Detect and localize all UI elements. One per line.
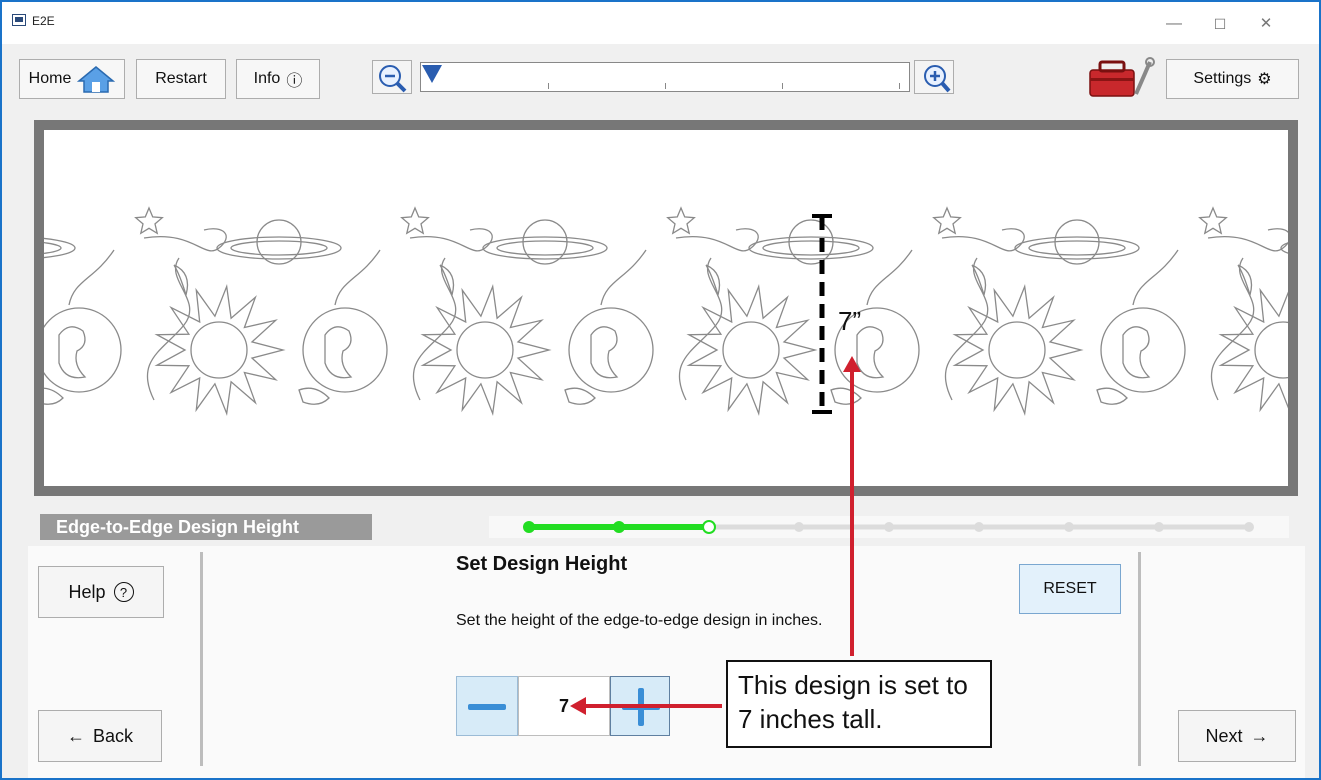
design-preview: 7” <box>44 130 1288 486</box>
next-label: Next <box>1205 725 1243 746</box>
step-description: Set the height of the edge-to-edge desig… <box>456 612 823 629</box>
annotation-callout: This design is set to 7 inches tall. <box>726 660 992 748</box>
restart-label: Restart <box>155 70 207 87</box>
divider <box>200 552 203 766</box>
plus-icon <box>622 688 660 726</box>
home-button[interactable]: Home <box>19 59 125 99</box>
window-title: E2E <box>32 14 55 28</box>
zoom-in-icon <box>924 65 951 93</box>
progress-step <box>702 520 716 534</box>
home-label: Home <box>28 70 72 87</box>
info-label: Info <box>253 70 281 87</box>
progress-step <box>1064 522 1074 532</box>
maximize-button[interactable]: ☐ <box>1200 10 1240 38</box>
increment-button[interactable] <box>610 676 670 736</box>
progress-step <box>1244 522 1254 532</box>
height-input[interactable]: 7 <box>518 676 610 736</box>
progress-step <box>974 522 984 532</box>
gear-icon: ⚙ <box>1257 71 1272 88</box>
progress-step <box>523 521 535 533</box>
arrow-left-icon: ← <box>66 725 85 746</box>
info-button[interactable]: Info ⓘ <box>236 59 320 99</box>
design-preview-frame: 7” <box>34 120 1298 496</box>
zoom-out-icon <box>379 65 407 93</box>
title-bar: E2E — ☐ ✕ <box>2 2 1319 44</box>
toolbar: Home Restart Info ⓘ Settings ⚙ <box>2 44 1319 116</box>
toolbox-button[interactable] <box>1086 54 1156 100</box>
app-icon <box>12 14 26 26</box>
progress-step <box>794 522 804 532</box>
progress-step <box>1154 522 1164 532</box>
slider-tick <box>665 83 666 89</box>
minimize-button[interactable]: — <box>1154 10 1194 38</box>
stage-title: Edge-to-Edge Design Height <box>40 514 372 540</box>
info-icon: ⓘ <box>286 73 303 90</box>
divider <box>1138 552 1141 766</box>
step-heading: Set Design Height <box>456 553 628 575</box>
minus-icon <box>468 704 506 710</box>
help-label: Help <box>68 581 106 602</box>
restart-button[interactable]: Restart <box>136 59 226 99</box>
measurement-label: 7” <box>838 306 862 336</box>
reset-button[interactable]: RESET <box>1019 564 1121 614</box>
progress-steps <box>523 520 1254 534</box>
slider-tick <box>899 83 900 89</box>
wizard-progress <box>489 516 1289 538</box>
close-button[interactable]: ✕ <box>1246 10 1286 38</box>
settings-label: Settings <box>1193 70 1252 87</box>
decrement-button[interactable] <box>456 676 518 736</box>
settings-button[interactable]: Settings ⚙ <box>1166 59 1299 99</box>
help-icon: ? <box>113 582 134 602</box>
height-measurement <box>812 214 832 414</box>
home-icon <box>77 66 116 93</box>
next-button[interactable]: Next → <box>1178 710 1296 762</box>
progress-step <box>613 521 625 533</box>
toolbox-icon <box>1089 57 1155 97</box>
slider-tick <box>782 83 783 89</box>
zoom-out-button[interactable] <box>372 60 412 94</box>
back-label: Back <box>92 725 134 746</box>
zoom-in-button[interactable] <box>914 60 954 94</box>
arrow-right-icon: → <box>1250 725 1269 746</box>
progress-step <box>884 522 894 532</box>
zoom-slider-thumb[interactable] <box>422 65 442 83</box>
slider-tick <box>548 83 549 89</box>
app-window: E2E — ☐ ✕ Home Restart Info ⓘ Settings ⚙… <box>0 0 1321 780</box>
back-button[interactable]: ← Back <box>38 710 162 762</box>
zoom-slider[interactable] <box>420 62 910 92</box>
help-button[interactable]: Help ? <box>38 566 164 618</box>
